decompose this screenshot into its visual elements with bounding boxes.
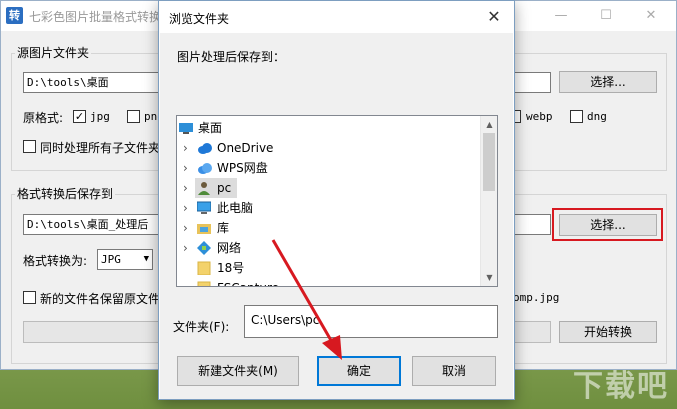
dialog-title: 浏览文件夹 [169,12,230,26]
keep-name-label: 新的文件名保留原文件 [40,292,158,306]
format-jpg-checkbox[interactable]: ✓ [73,110,86,123]
format-jpg-label: jpg [90,110,110,123]
main-window-title: 七彩色图片批量格式转换 [29,10,162,24]
tree-item-label: 18号 [217,261,245,275]
computer-icon [196,201,212,215]
tree-item-label: pc [217,181,232,195]
dialog-body: 图片处理后保存到： 桌面 › OneDrive › WPS网盘 › pc › 此… [160,33,513,399]
ok-button[interactable]: 确定 [317,356,401,386]
tree-item-label: OneDrive [217,141,274,155]
tree-scrollbar[interactable]: ▲ ▼ [480,116,497,286]
scroll-thumb[interactable] [483,133,495,191]
subfolder-label: 同时处理所有子文件夹 [40,141,158,155]
original-format-label: 原格式: [23,111,64,125]
app-icon: 转 [6,7,23,24]
chevron-right-icon[interactable]: › [183,178,188,198]
library-icon [197,221,211,235]
cancel-button[interactable]: 取消 [412,356,496,386]
tree-item-label: 库 [217,221,230,235]
folder-tree[interactable]: 桌面 › OneDrive › WPS网盘 › pc › 此电脑 › 库 › 网… [176,115,498,287]
scroll-up-icon[interactable]: ▲ [481,116,497,133]
folder-icon [197,281,211,286]
scroll-down-icon[interactable]: ▼ [481,269,497,286]
chevron-right-icon[interactable]: › [183,138,188,158]
cloud-icon [197,161,212,175]
cloud-icon [197,141,212,155]
format-png-label: png [144,110,159,123]
chevron-right-icon[interactable]: › [183,158,188,178]
chevron-down-icon: ▼ [143,254,149,264]
tree-item-label: WPS网盘 [217,161,268,175]
keep-name-checkbox[interactable] [23,291,36,304]
tree-item-label: 网络 [217,241,242,255]
format-webp-label: webp [526,110,553,123]
source-select-button[interactable]: 选择... [559,71,657,93]
convert-format-select[interactable]: JPG ▼ [97,249,153,270]
tree-item-this-pc[interactable]: › 此电脑 [177,198,481,218]
convert-to-label: 格式转换为: [23,254,88,268]
tree-item-network[interactable]: › 网络 [177,238,481,258]
tree-item-wps[interactable]: › WPS网盘 [177,158,481,178]
chevron-right-icon[interactable]: › [183,198,188,218]
tree-item-pc[interactable]: › pc [177,178,481,198]
format-dng-checkbox[interactable] [570,110,583,123]
sample-filename: omp.jpg [513,291,560,304]
source-group-label: 源图片文件夹 [15,44,92,61]
tree-item-desktop[interactable]: 桌面 [177,118,481,138]
browse-folder-dialog: 浏览文件夹 ✕ 图片处理后保存到： 桌面 › OneDrive › WPS网盘 … [158,0,515,400]
tree-item-label: 桌面 [198,121,223,135]
watermark: 下载吧 [573,369,669,404]
format-dng-label: dng [587,110,607,123]
tree-item-fscapture[interactable]: FSCapture [177,278,481,286]
start-convert-button[interactable]: 开始转换 [559,321,657,343]
dialog-prompt: 图片处理后保存到： [177,50,286,64]
format-png-checkbox[interactable] [127,110,140,123]
tree-item-library[interactable]: › 库 [177,218,481,238]
chevron-right-icon[interactable]: › [183,218,188,238]
dialog-close-icon[interactable]: ✕ [480,5,508,29]
desktop-icon [179,121,193,135]
tree-item-label: 此电脑 [217,201,254,215]
folder-icon [197,261,211,276]
tree-item-label: FSCapture [217,278,279,286]
minimize-icon[interactable]: — [546,5,576,27]
maximize-icon[interactable]: ☐ [591,5,621,27]
folder-input[interactable]: C:\Users\pc [244,305,498,338]
user-icon [197,181,211,195]
close-icon[interactable]: ✕ [636,5,666,27]
select-button-highlight [552,208,663,241]
subfolder-checkbox[interactable] [23,140,36,153]
tree-item-onedrive[interactable]: › OneDrive [177,138,481,158]
folder-label: 文件夹(F): [173,320,230,334]
convert-format-value: JPG [101,253,121,266]
dest-group-label: 格式转换后保存到 [15,185,116,202]
chevron-right-icon[interactable]: › [183,238,188,258]
tree-item-18[interactable]: 18号 [177,258,481,278]
new-folder-button[interactable]: 新建文件夹(M) [177,356,299,386]
network-icon [197,241,211,255]
